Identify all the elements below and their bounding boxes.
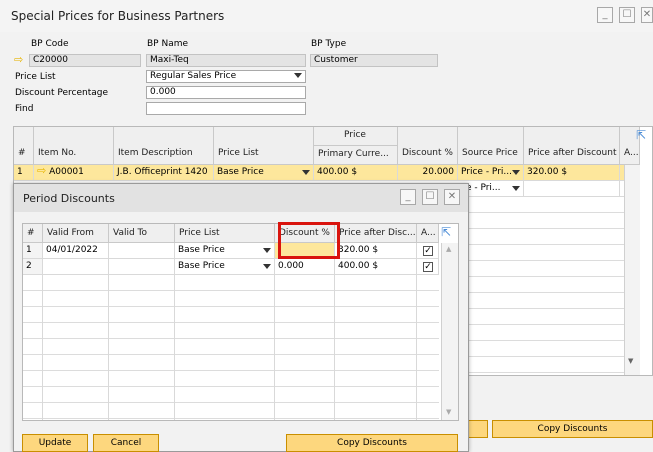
row-number: 1 (23, 243, 43, 259)
period-discounts-dialog: Period Discounts _ ☐ ✕ # Valid From Vali… (13, 183, 469, 452)
col-header-price-list[interactable]: Price List (214, 127, 314, 165)
discount-cell[interactable]: 0.000 (275, 259, 335, 275)
bp-type-field[interactable]: Customer (310, 54, 438, 67)
price-list-cell[interactable]: Base Price (214, 165, 314, 181)
find-label: Find (15, 104, 34, 114)
price-list-value: Base Price (178, 261, 225, 271)
chevron-down-icon[interactable] (263, 264, 271, 269)
scroll-down-icon[interactable]: ▼ (628, 357, 633, 365)
table-row[interactable]: 1 ⇨ A00001 J.B. Officeprint 1420 Base Pr… (14, 165, 640, 181)
valid-from-cell[interactable]: 04/01/2022 (43, 243, 109, 259)
price-list-cell[interactable]: Base Price (175, 259, 275, 275)
bp-code-field[interactable]: C20000 (29, 54, 141, 67)
price-list-value: Base Price (217, 167, 264, 177)
col-header-primary[interactable]: Primary Curre... (314, 146, 398, 165)
item-no-cell[interactable]: ⇨ A00001 (34, 165, 114, 181)
update-button[interactable]: Update (22, 434, 88, 452)
bp-type-label: BP Type (311, 39, 347, 49)
minimize-icon[interactable]: _ (597, 7, 613, 23)
col-header-item-desc[interactable]: Item Description (114, 127, 214, 165)
after-discount-cell[interactable]: 320.00 $ (524, 165, 620, 181)
col-header-valid-from[interactable]: Valid From (43, 224, 109, 243)
period-grid: # Valid From Valid To Price List Discoun… (22, 223, 459, 421)
price-list-label: Price List (15, 72, 56, 82)
chevron-down-icon (294, 73, 302, 78)
chevron-down-icon[interactable] (302, 170, 310, 175)
primary-price-cell[interactable]: 400.00 $ (314, 165, 398, 181)
col-header-num: # (23, 224, 43, 243)
table-row[interactable]: 1 04/01/2022 Base Price 320.00 $ ✓ (23, 243, 439, 259)
expand-icon[interactable]: ⇱ (441, 225, 451, 239)
col-header-discount[interactable]: Discount % (398, 127, 458, 165)
col-header-after-discount[interactable]: Price after Disc... (335, 224, 417, 243)
close-icon[interactable]: ✕ (641, 7, 653, 23)
scroll-down-icon[interactable]: ▼ (446, 408, 451, 416)
window-title: Special Prices for Business Partners (11, 9, 225, 23)
highlight-box (278, 222, 340, 259)
discount-cell[interactable]: 20.000 (398, 165, 458, 181)
hidden-button[interactable] (468, 420, 488, 438)
maximize-icon[interactable]: ☐ (422, 189, 438, 205)
valid-from-cell[interactable] (43, 259, 109, 275)
table-row[interactable]: 2 Base Price 0.000 400.00 $ ✓ (23, 259, 439, 275)
col-header-after-discount[interactable]: Price after Discount (524, 127, 620, 165)
link-arrow-icon[interactable]: ⇨ (14, 54, 23, 65)
active-checkbox[interactable]: ✓ (423, 262, 433, 272)
item-desc-cell[interactable]: J.B. Officeprint 1420 (114, 165, 214, 181)
chevron-down-icon[interactable] (512, 170, 520, 175)
col-header-num: # (14, 127, 34, 165)
valid-to-cell[interactable] (109, 259, 175, 275)
col-header-price-list[interactable]: Price List (175, 224, 275, 243)
close-icon[interactable]: ✕ (444, 189, 460, 205)
scroll-up-icon[interactable]: ▲ (446, 245, 451, 253)
row-number: 1 (14, 165, 34, 181)
copy-discounts-button[interactable]: Copy Discounts (492, 420, 653, 438)
scrollbar[interactable]: ▲ ▼ (441, 243, 458, 420)
source-price-value: Price - Pri... (461, 167, 512, 177)
title-bar: Special Prices for Business Partners _ ☐… (0, 0, 653, 32)
link-arrow-icon[interactable]: ⇨ (37, 165, 46, 177)
active-cell[interactable]: ✓ (417, 243, 439, 259)
expand-icon[interactable]: ⇱ (636, 128, 646, 142)
copy-discounts-button[interactable]: Copy Discounts (286, 434, 458, 452)
price-list-value: Regular Sales Price (150, 71, 237, 81)
cancel-button[interactable]: Cancel (93, 434, 159, 452)
maximize-icon[interactable]: ☐ (619, 7, 635, 23)
col-header-valid-to[interactable]: Valid To (109, 224, 175, 243)
col-header-active[interactable]: A... (417, 224, 439, 243)
col-group-price: Price (314, 127, 398, 146)
col-header-item-no[interactable]: Item No. (34, 127, 114, 165)
row-number: 2 (23, 259, 43, 275)
scrollbar[interactable]: ▼ (624, 165, 640, 375)
price-list-cell[interactable]: Base Price (175, 243, 275, 259)
bp-name-field[interactable]: Maxi-Teq (146, 54, 306, 67)
after-discount-cell[interactable]: 400.00 $ (335, 259, 417, 275)
discount-pct-field[interactable]: 0.000 (146, 86, 306, 99)
minimize-icon[interactable]: _ (400, 189, 416, 205)
after-discount-cell[interactable]: 320.00 $ (335, 243, 417, 259)
chevron-down-icon[interactable] (263, 248, 271, 253)
chevron-down-icon[interactable] (512, 186, 520, 191)
after-discount-cell[interactable] (524, 181, 620, 197)
valid-to-cell[interactable] (109, 243, 175, 259)
empty-rows (23, 275, 439, 420)
find-input[interactable] (146, 102, 306, 115)
bp-name-label: BP Name (147, 39, 189, 49)
active-checkbox[interactable]: ✓ (423, 246, 433, 256)
price-list-dropdown[interactable]: Regular Sales Price (146, 70, 306, 83)
dialog-title-bar: Period Discounts _ ☐ ✕ (14, 184, 468, 212)
item-no-value: A00001 (49, 167, 84, 177)
dialog-title: Period Discounts (23, 192, 115, 205)
bp-code-label: BP Code (31, 39, 69, 49)
active-cell[interactable]: ✓ (417, 259, 439, 275)
source-price-cell[interactable]: Price - Pri... (458, 165, 524, 181)
col-header-source[interactable]: Source Price (458, 127, 524, 165)
discount-pct-label: Discount Percentage (15, 88, 109, 98)
price-list-value: Base Price (178, 245, 225, 255)
